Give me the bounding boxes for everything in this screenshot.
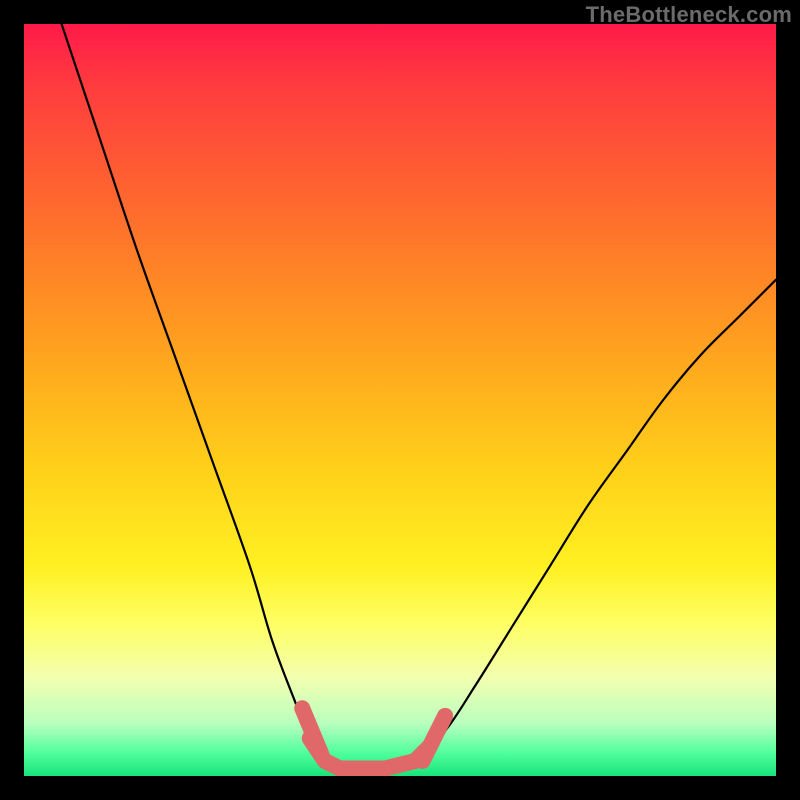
chart-frame: TheBottleneck.com [0, 0, 800, 800]
valley-marker-right-spur [423, 716, 446, 761]
plot-area [24, 24, 776, 776]
valley-markers [302, 708, 445, 768]
valley-marker-left-spur [302, 708, 321, 753]
bottleneck-curve [62, 24, 776, 769]
curve-layer [24, 24, 776, 776]
